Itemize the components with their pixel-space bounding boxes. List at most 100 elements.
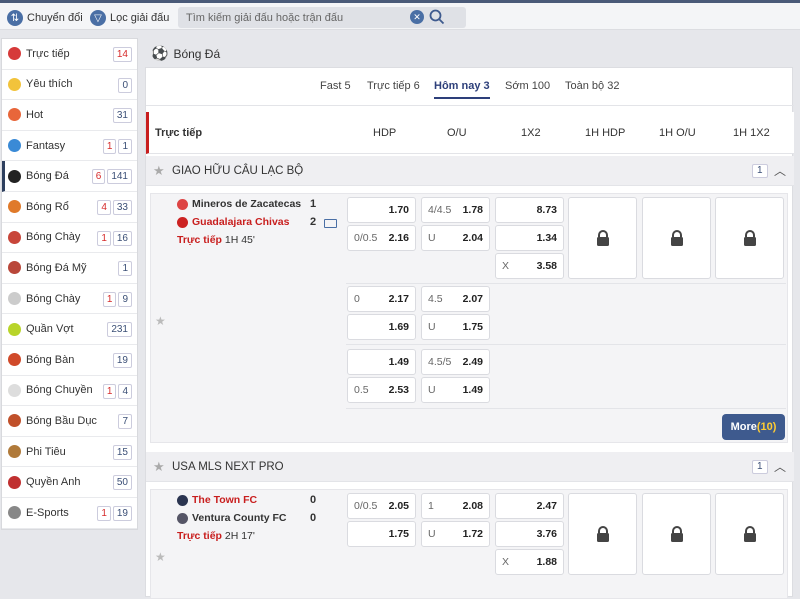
odds-value: 1.49 [462,384,483,396]
odds-cell[interactable]: U 1.75 [421,314,490,340]
section-header: ⚽ Bóng Đá [151,45,220,62]
sidebar-item[interactable]: Bóng Đá 6 141 [2,161,137,192]
sidebar-item-counts: 31 [112,108,132,124]
odds-cell[interactable]: 1.75 [347,521,416,547]
odds-cell[interactable]: 4.5 2.07 [421,286,490,312]
darts-icon [8,445,21,459]
sidebar-item[interactable]: Bóng Bàn 19 [2,345,137,376]
collapse-chevron-icon[interactable]: ︿ [774,162,786,179]
match-status: Trực tiếp 2H 17' [177,530,255,542]
away-team-name: Ventura County FC [192,512,287,524]
sidebar-item[interactable]: Bóng Chuyền 1 4 [2,376,137,407]
video-icon[interactable] [324,219,337,228]
search-input[interactable]: Tìm kiếm giải đấu hoặc trận đấu [186,12,343,24]
switch-button[interactable]: ⇅ Chuyển đổi [7,8,83,28]
sidebar-item[interactable]: Phi Tiêu 15 [2,437,137,468]
search-icon[interactable] [428,8,446,26]
filter-league-button[interactable]: ▽ Lọc giải đấu [90,8,169,28]
baseball-icon [8,230,21,244]
sidebar-item[interactable]: Fantasy 1 1 [2,131,137,162]
odds-cell[interactable]: 1.70 [347,197,416,223]
odds-line: X [502,556,510,568]
league-header[interactable]: ★ GIAO HỮU CÂU LẠC BỘ 1 ︿ [146,156,794,186]
clear-search-icon[interactable]: ✕ [410,10,424,24]
team-logo-icon [177,198,188,210]
away-team[interactable]: Guadalajara Chivas [177,216,289,228]
odds-value: 1.69 [388,321,409,333]
odds-cell[interactable]: 4.5/5 2.49 [421,349,490,375]
away-team[interactable]: Ventura County FC [177,512,287,524]
odds-line: 4.5/5 [428,356,452,368]
league-header[interactable]: ★ USA MLS NEXT PRO 1 ︿ [146,452,794,482]
col-1h-1x2: 1H 1X2 [733,127,770,139]
odds-line: U [428,321,436,333]
odds-cell[interactable]: X 3.58 [495,253,564,279]
sidebar-item-label: Bóng Bàn [26,353,75,366]
odds-value: 3.58 [536,260,557,272]
odds-cell[interactable]: 8.73 [495,197,564,223]
favorite-star-icon[interactable]: ★ [153,163,165,179]
sidebar-item[interactable]: Trực tiếp 14 [2,39,137,70]
odds-value: 1.75 [388,528,409,540]
more-count: (10) [756,421,777,433]
sidebar-item[interactable]: Bóng Bầu Dục 7 [2,406,137,437]
sidebar-item-counts: 50 [112,475,132,491]
col-live: Trực tiếp [155,127,203,139]
sidebar-item-label: Bóng Chuyền [26,384,93,397]
tab-item[interactable]: Sớm 100 [505,80,550,92]
odds-cell[interactable]: 1.49 [347,349,416,375]
odds-cell[interactable]: 0/0.5 2.05 [347,493,416,519]
home-team[interactable]: The Town FC [177,494,257,506]
collapse-chevron-icon[interactable]: ︿ [774,458,786,475]
tab-item[interactable]: Trực tiếp 6 [367,80,420,92]
odds-cell[interactable]: 1 2.08 [421,493,490,519]
home-team[interactable]: Mineros de Zacatecas [177,198,301,210]
odds-cell[interactable]: X 1.88 [495,549,564,575]
odds-cell[interactable]: U 1.72 [421,521,490,547]
sidebar-item[interactable]: Hot 31 [2,100,137,131]
match-favorite-star-icon[interactable]: ★ [155,550,166,564]
sidebar-item[interactable]: Bóng Đá Mỹ 1 [2,253,137,284]
favorite-star-icon[interactable]: ★ [153,459,165,475]
count-badge: 1 [102,383,117,399]
odds-cell[interactable]: 1.34 [495,225,564,251]
odds-value: 1.75 [462,321,483,333]
odds-cell[interactable]: 4/4.5 1.78 [421,197,490,223]
match-block: Mineros de Zacatecas 1 Guadalajara Chivas 2… [150,193,788,443]
sidebar-item-label: Trực tiếp [26,47,70,60]
tab-item[interactable]: Hôm nay 3 [434,80,490,99]
live-icon [8,47,21,61]
odds-cell[interactable]: 0 2.17 [347,286,416,312]
sidebar-item[interactable]: Bóng Chày 1 16 [2,223,137,254]
tab-item[interactable]: Toàn bộ 32 [565,80,619,92]
odds-value: 2.16 [388,232,409,244]
odds-cell[interactable]: U 2.04 [421,225,490,251]
search-box[interactable]: Tìm kiếm giải đấu hoặc trận đấu ✕ [178,7,466,28]
sidebar-item[interactable]: Bóng Rổ 4 33 [2,192,137,223]
odds-line: U [428,384,436,396]
match-favorite-star-icon[interactable]: ★ [155,314,166,328]
odds-cell[interactable]: 3.76 [495,521,564,547]
count-badge: 31 [112,108,132,124]
count-badge: 231 [107,322,132,338]
sidebar-item[interactable]: Yêu thích 0 [2,70,137,101]
odds-cell[interactable]: U 1.49 [421,377,490,403]
odds-value: 2.05 [388,500,409,512]
sidebar-item[interactable]: Quyền Anh 50 [2,467,137,498]
sidebar-item-counts: 14 [102,383,132,399]
tab-item[interactable]: Fast 5 [320,80,351,92]
sidebar-item-counts: 1 [118,261,132,277]
odds-cell[interactable]: 0.5 2.53 [347,377,416,403]
locked-market [715,197,784,279]
sidebar-item[interactable]: Quần Vợt 231 [2,314,137,345]
odds-cell[interactable]: 1.69 [347,314,416,340]
sidebar-item[interactable]: E-Sports 1 19 [2,498,137,529]
soccer-ball-icon [8,169,21,183]
odds-cell[interactable]: 2.47 [495,493,564,519]
team-logo-icon [177,216,188,228]
odds-cell[interactable]: 0/0.5 2.16 [347,225,416,251]
sidebar-item[interactable]: Bóng Chày 1 9 [2,284,137,315]
match-time: 1H 45' [221,234,255,246]
more-button[interactable]: More (10) [722,414,785,440]
more-label: More [730,421,757,433]
